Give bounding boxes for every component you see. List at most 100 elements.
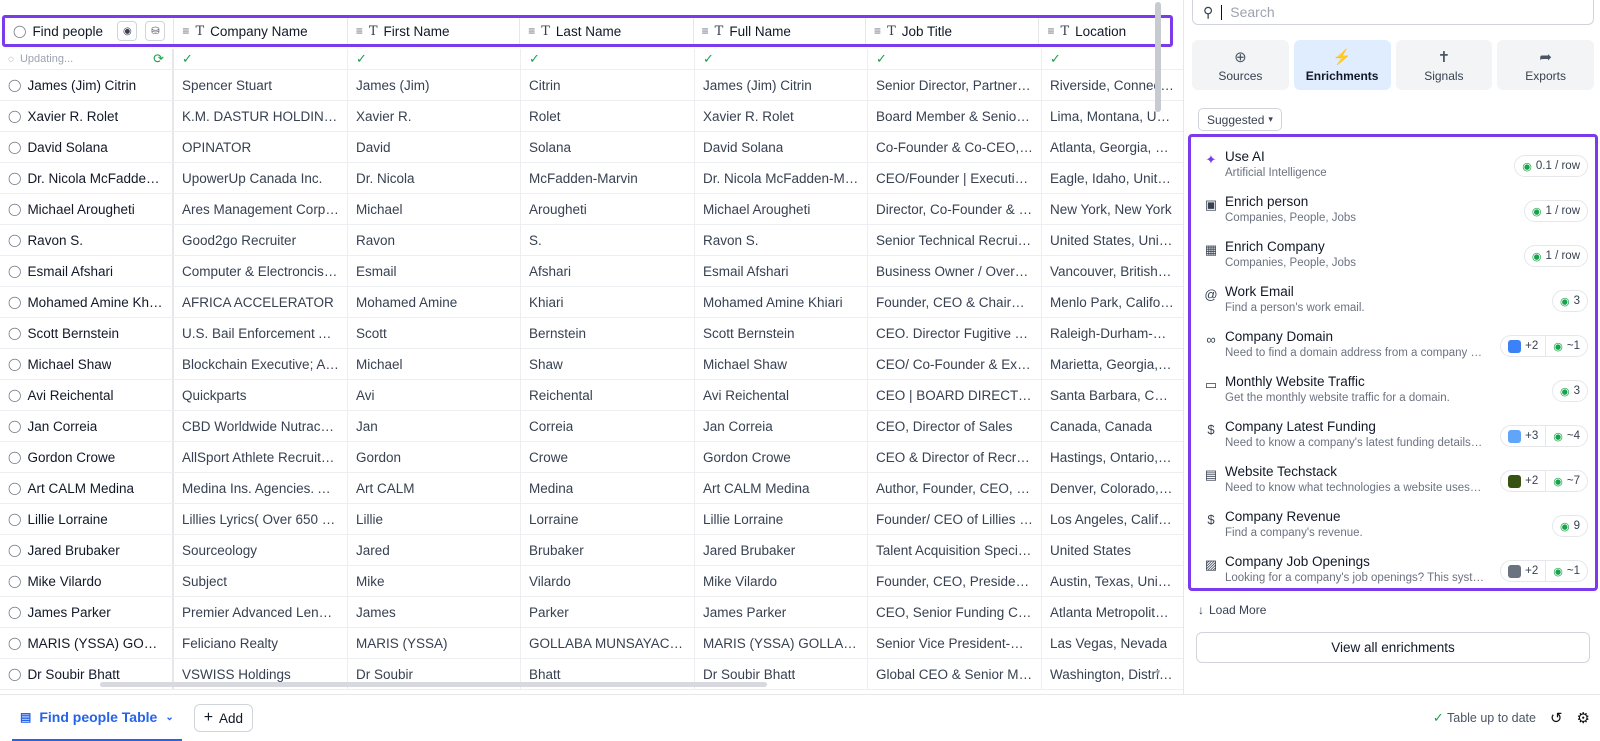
table-cell[interactable]: Santa Barbara, California <box>1042 380 1183 410</box>
table-cell[interactable]: Feliciano Realty <box>174 628 348 658</box>
table-cell[interactable]: Michael <box>348 349 521 379</box>
enrichment-item[interactable]: $ Company Revenue Find a company's revenue… <box>1203 509 1588 551</box>
table-cell[interactable]: Afshari <box>521 256 695 286</box>
table-cell[interactable]: Ares Management Corporation <box>174 194 348 224</box>
enrichment-item[interactable]: $ Company Latest Funding Need to know a co… <box>1203 419 1588 461</box>
table-cell[interactable]: Sourceology <box>174 535 348 565</box>
chevron-down-icon[interactable]: ⌄ <box>165 712 173 723</box>
table-cell[interactable]: Shaw <box>521 349 695 379</box>
table-cell[interactable]: Parker <box>521 597 695 627</box>
table-cell[interactable]: Avi <box>348 380 521 410</box>
table-cell[interactable]: Mohamed Amine Khiari <box>695 287 868 317</box>
table-cell[interactable]: CEO, Director of Sales <box>868 411 1042 441</box>
table-cell[interactable]: Gordon <box>348 442 521 472</box>
tab-exports[interactable]: ➦ Exports <box>1497 40 1594 90</box>
tab-sources[interactable]: ⊕ Sources <box>1192 40 1289 90</box>
table-cell[interactable]: James <box>348 597 521 627</box>
table-cell[interactable]: Dr. Nicola <box>348 163 521 193</box>
table-cell[interactable]: Citrin <box>521 70 695 100</box>
table-cell[interactable]: Michael Arougheti <box>695 194 868 224</box>
tab-enrichments[interactable]: ⚡ Enrichments <box>1293 40 1391 90</box>
table-cell[interactable]: Lima, Montana, United States <box>1042 101 1183 131</box>
column-header-first-name[interactable]: ≡ T First Name <box>348 18 521 44</box>
table-cell[interactable]: Jared <box>348 535 521 565</box>
table-cell[interactable]: Senior Technical Recruiter <box>868 225 1042 255</box>
table-cell[interactable]: Dr. Nicola McFadden-Marvin <box>695 163 868 193</box>
gear-icon[interactable]: ⚙ <box>1577 709 1590 727</box>
table-cell[interactable]: Spencer Stuart <box>174 70 348 100</box>
table-cell[interactable]: Lorraine <box>521 504 695 534</box>
table-cell[interactable]: David <box>348 132 521 162</box>
table-cell[interactable]: Lillie Lorraine <box>695 504 868 534</box>
table-cell[interactable]: U.S. Bail Enforcement Agency <box>174 318 348 348</box>
table-cell[interactable]: James (Jim) <box>348 70 521 100</box>
table-row[interactable]: ◯ Xavier R. Rolet K.M. DASTUR HOLDINGS PVT… <box>0 101 1183 132</box>
table-cell[interactable]: Co-Founder & Co-CEO, CMO <box>868 132 1042 162</box>
table-tab[interactable]: ▤ Find people Table ⌄ <box>12 695 182 741</box>
table-cell[interactable]: Vilardo <box>521 566 695 596</box>
column-menu-icon[interactable]: ≡ <box>702 24 709 38</box>
table-cell[interactable]: McFadden-Marvin <box>521 163 695 193</box>
enrichment-item[interactable]: ∞ Company Domain Need to find a domain add… <box>1203 329 1588 371</box>
database-icon[interactable]: ⛁ <box>145 21 166 41</box>
table-cell[interactable]: CEO/ Co-Founder & Executive <box>868 349 1042 379</box>
column-header-company-name[interactable]: ≡ T Company Name <box>174 18 348 44</box>
table-cell[interactable]: Reichental <box>521 380 695 410</box>
column-header-find-people[interactable]: ◯ Find people ◉ ⛁ <box>5 18 175 44</box>
table-cell[interactable]: Bernstein <box>521 318 695 348</box>
table-cell[interactable]: ◯ Dr. Nicola McFadden-Marvin <box>0 163 174 193</box>
table-cell[interactable]: Senior Vice President-CEO <box>868 628 1042 658</box>
table-cell[interactable]: Lillies Lyrics( Over 650 songs) <box>174 504 348 534</box>
table-cell[interactable]: S. <box>521 225 695 255</box>
table-cell[interactable]: Las Vegas, Nevada <box>1042 628 1183 658</box>
table-cell[interactable]: Premier Advanced Lending <box>174 597 348 627</box>
table-row[interactable]: ◯ Avi Reichental Quickparts Avi Reichental Av… <box>0 380 1183 411</box>
table-cell[interactable]: ◯ Esmail Afshari <box>0 256 174 286</box>
table-cell[interactable]: Menlo Park, California <box>1042 287 1183 317</box>
table-row[interactable]: ◯ Mike Vilardo Subject Mike Vilardo Mike Vila… <box>0 566 1183 597</box>
horizontal-scrollbar[interactable] <box>100 682 767 687</box>
add-table-button[interactable]: + Add <box>193 704 254 732</box>
table-cell[interactable]: Esmail <box>348 256 521 286</box>
search-input[interactable]: ⚲ Search <box>1192 0 1594 25</box>
table-cell[interactable]: Ravon <box>348 225 521 255</box>
table-cell[interactable]: ◯ Jared Brubaker <box>0 535 174 565</box>
column-menu-icon[interactable]: ≡ <box>528 24 535 38</box>
table-cell[interactable]: ◯ James (Jim) Citrin <box>0 70 174 100</box>
column-header-job-title[interactable]: ≡ T Job Title <box>866 18 1040 44</box>
table-cell[interactable]: Atlanta, Georgia, United States <box>1042 132 1183 162</box>
table-row[interactable]: ◯ Michael Arougheti Ares Management Corpor… <box>0 194 1183 225</box>
column-menu-icon[interactable]: ≡ <box>874 24 881 38</box>
table-cell[interactable]: CEO/Founder | Executive Coach <box>868 163 1042 193</box>
table-cell[interactable]: ◯ Scott Bernstein <box>0 318 174 348</box>
table-cell[interactable]: Khiari <box>521 287 695 317</box>
table-cell[interactable]: ◯ James Parker <box>0 597 174 627</box>
table-cell[interactable]: Medina <box>521 473 695 503</box>
table-cell[interactable]: OPINATOR <box>174 132 348 162</box>
table-cell[interactable]: Founder/ CEO of Lillies Lyrics <box>868 504 1042 534</box>
provider-pill[interactable]: +3 <box>1500 425 1546 447</box>
table-cell[interactable]: David Solana <box>695 132 868 162</box>
table-cell[interactable]: James Parker <box>695 597 868 627</box>
column-menu-icon[interactable]: ≡ <box>356 24 363 38</box>
table-cell[interactable]: CEO, Senior Funding Consultant <box>868 597 1042 627</box>
table-cell[interactable]: Jared Brubaker <box>695 535 868 565</box>
table-cell[interactable]: CEO | BOARD DIRECTOR | ADVISOR <box>868 380 1042 410</box>
table-cell[interactable]: K.M. DASTUR HOLDINGS PVT LTD <box>174 101 348 131</box>
table-cell[interactable]: Vancouver, British Columbia <box>1042 256 1183 286</box>
table-row[interactable]: ◯ David Solana OPINATOR David Solana David So… <box>0 132 1183 163</box>
table-cell[interactable]: Mike <box>348 566 521 596</box>
table-cell[interactable]: AFRICA ACCELERATOR <box>174 287 348 317</box>
enrichment-item[interactable]: ▤ Website Techstack Need to know what tech… <box>1203 464 1588 506</box>
table-cell[interactable]: Jan <box>348 411 521 441</box>
table-cell[interactable]: AllSport Athlete Recruitment <box>174 442 348 472</box>
enrichment-item[interactable]: ▦ Enrich Company Companies, People, Jobs ◉ 1… <box>1203 239 1588 281</box>
column-header-location[interactable]: ≡ T Location <box>1039 18 1170 44</box>
table-cell[interactable]: James (Jim) Citrin <box>695 70 868 100</box>
table-cell[interactable]: Esmail Afshari <box>695 256 868 286</box>
table-cell[interactable]: United States, United States <box>1042 225 1183 255</box>
refresh-icon[interactable]: ⟳ <box>153 51 164 67</box>
table-cell[interactable]: Mike Vilardo <box>695 566 868 596</box>
table-cell[interactable]: Ravon S. <box>695 225 868 255</box>
table-cell[interactable]: CBD Worldwide Nutraceuticals <box>174 411 348 441</box>
